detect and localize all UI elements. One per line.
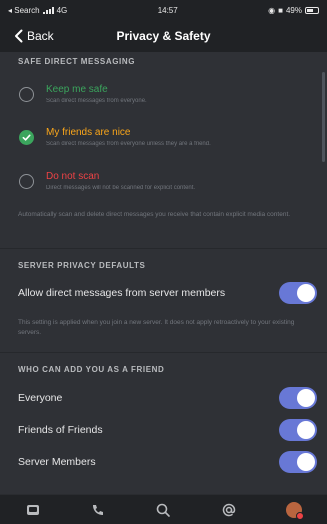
network-label: 4G (56, 5, 68, 15)
option-title: My friends are nice (46, 127, 131, 138)
radio-option-keep-me-safe[interactable]: Keep me safe Scan direct messages from e… (0, 74, 327, 114)
radio-text: Keep me safe Scan direct messages from e… (46, 84, 306, 104)
toggle-label: Server Members (18, 456, 96, 468)
status-right: ◉ ■ 49% (268, 6, 319, 15)
search-icon (157, 503, 171, 517)
radio-text: Do not scan Direct messages will not be … (46, 171, 306, 191)
section-header-server-privacy: SERVER PRIVACY DEFAULTS (18, 261, 146, 270)
back-label: Back (27, 29, 54, 43)
status-bar: ◂ Search 4G 14:57 ◉ ■ 49% (0, 0, 327, 20)
tab-mentions[interactable] (214, 499, 244, 521)
toggle-label: Allow direct messages from server member… (18, 287, 226, 299)
friends-of-friends-toggle[interactable] (279, 419, 317, 441)
checkmark-icon (22, 134, 31, 141)
toggle-knob (297, 421, 315, 439)
carrier-label: ◂ Search (8, 5, 40, 15)
location-icon: ◉ (268, 5, 276, 15)
nav-bar: Back Privacy & Safety (0, 20, 327, 52)
server-members-toggle[interactable] (279, 451, 317, 473)
toggle-knob (297, 389, 315, 407)
option-description: Scan direct messages from everyone unles… (46, 141, 211, 147)
scrollbar[interactable] (322, 72, 325, 162)
friends-icon (93, 504, 104, 515)
toggle-label: Friends of Friends (18, 424, 103, 436)
safe-dm-note: Automatically scan and delete direct mes… (18, 211, 291, 218)
signal-icon (42, 6, 54, 14)
tab-profile[interactable] (279, 499, 309, 521)
option-title: Keep me safe (46, 84, 108, 95)
tab-home[interactable] (18, 499, 48, 521)
toggle-row-friends-of-friends: Friends of Friends (0, 414, 327, 446)
server-privacy-note: This setting is applied when you join a … (18, 319, 295, 336)
option-description: Direct messages will not be scanned for … (46, 185, 196, 191)
radio-option-do-not-scan[interactable]: Do not scan Direct messages will not be … (0, 161, 327, 201)
toggle-knob (297, 453, 315, 471)
radio-text: My friends are nice Scan direct messages… (46, 127, 306, 147)
battery-percent: 49% (285, 5, 302, 15)
chevron-left-icon (15, 29, 23, 43)
divider (0, 352, 327, 353)
option-description: Scan direct messages from everyone. (46, 98, 147, 104)
allow-dms-toggle[interactable] (279, 282, 317, 304)
radio-button[interactable] (19, 173, 34, 189)
tab-search[interactable] (148, 499, 178, 521)
radio-option-my-friends-are-nice[interactable]: My friends are nice Scan direct messages… (0, 117, 327, 157)
toggle-row-allow-dms: Allow direct messages from server member… (0, 277, 327, 309)
radio-button-checked[interactable] (19, 129, 34, 145)
mentions-icon (222, 503, 236, 516)
toggle-row-server-members: Server Members (0, 446, 327, 478)
toggle-row-everyone: Everyone (0, 382, 327, 414)
clock: 14:57 (157, 5, 178, 15)
status-left: ◂ Search 4G (8, 6, 67, 15)
radio-button[interactable] (19, 86, 34, 102)
lock-icon: ■ (278, 5, 283, 15)
back-button[interactable]: Back (14, 29, 54, 43)
battery-icon (304, 6, 319, 14)
tab-friends[interactable] (83, 499, 113, 521)
section-header-friend-requests: WHO CAN ADD YOU AS A FRIEND (18, 365, 165, 374)
everyone-toggle[interactable] (279, 387, 317, 409)
home-icon (26, 504, 39, 515)
section-header-safe-dm: SAFE DIRECT MESSAGING (18, 57, 136, 66)
tab-bar (0, 494, 327, 524)
toggle-knob (297, 284, 315, 302)
toggle-label: Everyone (18, 392, 63, 404)
option-title: Do not scan (46, 171, 100, 182)
divider (0, 248, 327, 249)
privacy-safety-screen: ◂ Search 4G 14:57 ◉ ■ 49% Back Privacy &… (0, 0, 327, 524)
profile-avatar (286, 501, 305, 520)
